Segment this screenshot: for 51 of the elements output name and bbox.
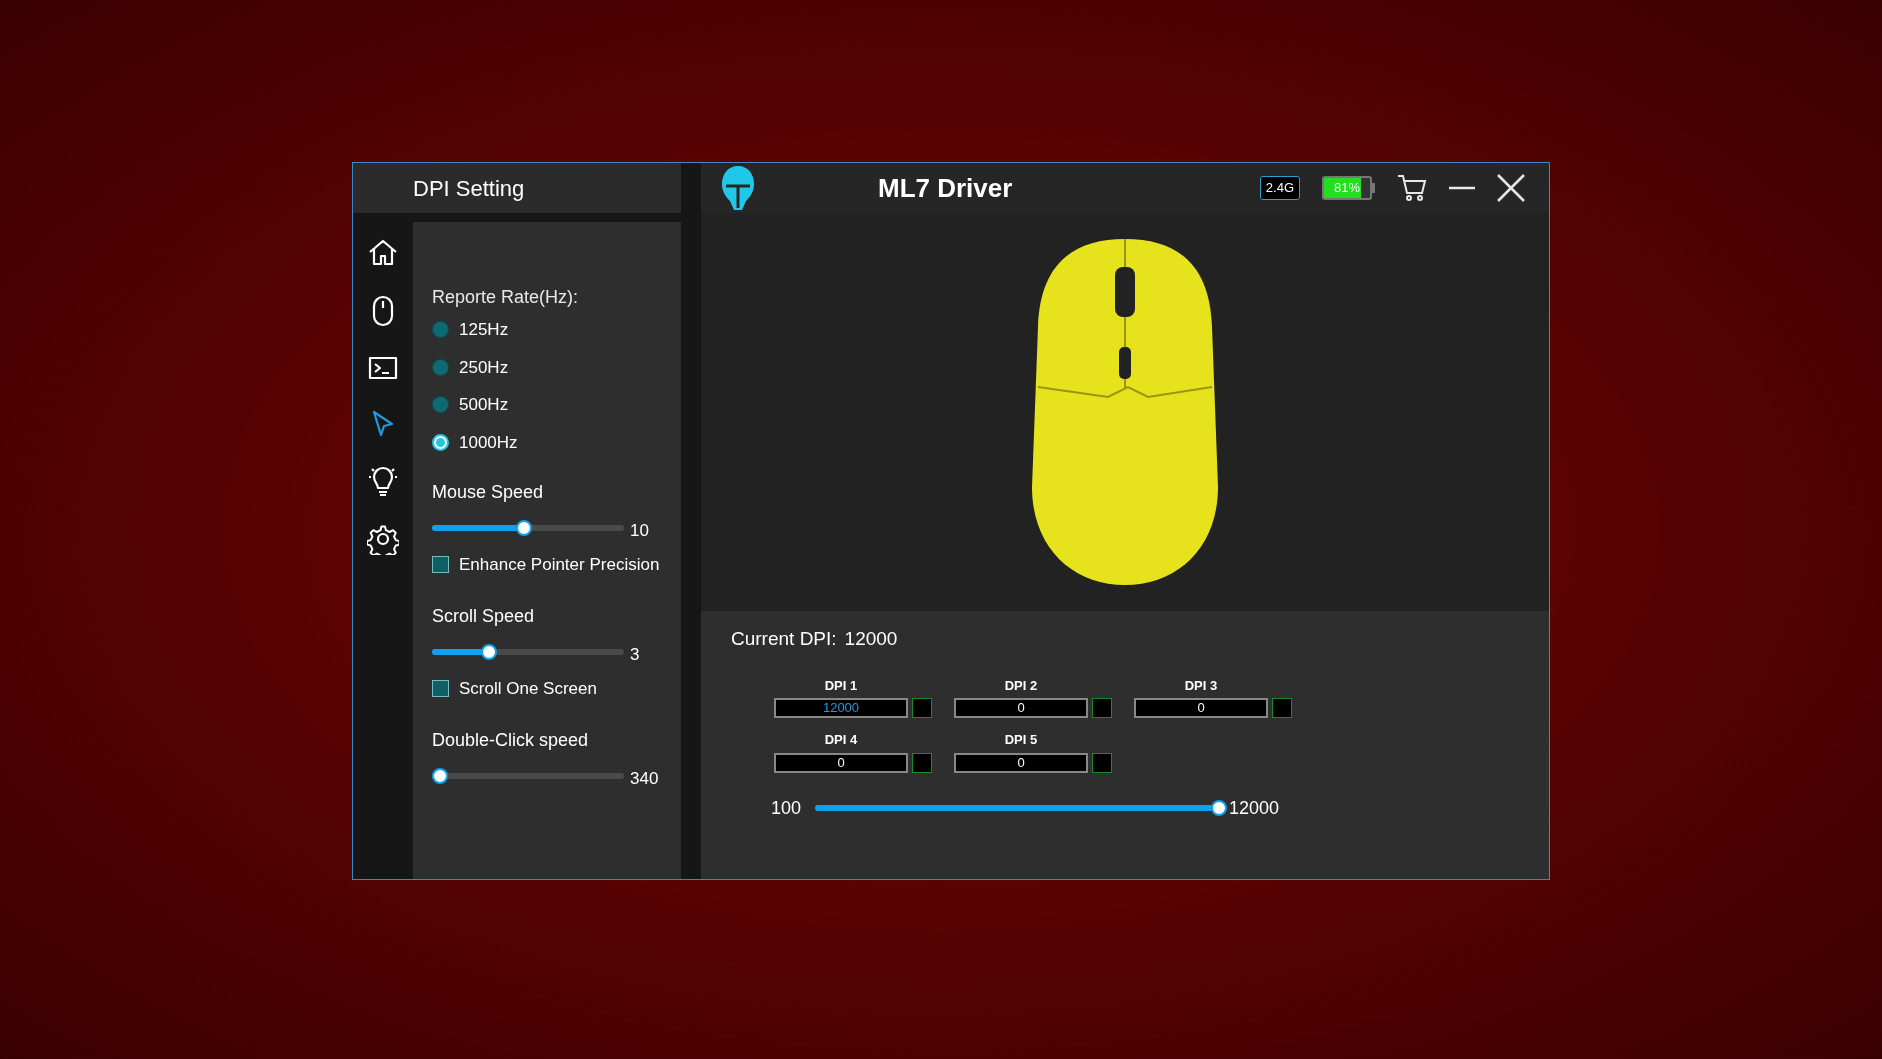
report-rate-label: Reporte Rate(Hz): — [432, 286, 580, 309]
slider-thumb[interactable] — [1211, 800, 1227, 816]
slider-thumb[interactable] — [432, 767, 448, 784]
color-swatch[interactable] — [1092, 752, 1112, 773]
close-icon[interactable] — [1497, 174, 1525, 202]
connection-badge: 2.4G — [1259, 176, 1300, 200]
slider[interactable] — [432, 643, 624, 660]
window-title: ML7 Driver — [878, 171, 1013, 205]
checkbox[interactable] — [432, 679, 449, 697]
radio-option[interactable]: 500Hz — [432, 392, 681, 418]
dpi-slot-label: DPI 5 — [1003, 731, 1039, 749]
dpi-slot-label: DPI 1 — [823, 676, 859, 695]
battery-reading: 81% — [1333, 179, 1361, 198]
slider[interactable] — [432, 767, 624, 784]
settings-icon[interactable] — [367, 523, 399, 555]
dpi-value-field[interactable]: 0 — [954, 698, 1088, 718]
color-swatch[interactable] — [912, 752, 932, 773]
slider-label: Double-Click speed — [432, 729, 590, 752]
slider-value: 10 — [630, 520, 649, 542]
checkbox-option[interactable]: Enhance Pointer Precision — [432, 551, 681, 577]
checkbox-option[interactable]: Scroll One Screen — [432, 675, 681, 701]
dpi-max-label: 12000 — [1229, 796, 1280, 820]
color-swatch[interactable] — [1272, 698, 1292, 718]
current-dpi-label: Current DPI: — [731, 627, 837, 651]
light-bulb-icon[interactable] — [367, 466, 399, 498]
dpi-value-field[interactable]: 12000 — [774, 698, 908, 718]
color-swatch[interactable] — [912, 698, 932, 718]
slider-thumb[interactable] — [481, 643, 498, 660]
slider-label: Mouse Speed — [432, 481, 545, 504]
radio-option[interactable]: 250Hz — [432, 354, 681, 380]
dpi-slot-label: DPI 2 — [1003, 676, 1039, 695]
slider-value: 3 — [630, 644, 640, 666]
radio-option[interactable]: 125Hz — [432, 317, 681, 343]
slider-label: Scroll Speed — [432, 605, 536, 628]
panel-title: DPI Setting — [413, 174, 525, 203]
dpi-slot-label: DPI 4 — [823, 731, 859, 749]
cart-icon[interactable] — [1397, 174, 1427, 202]
slider-thumb[interactable] — [516, 519, 533, 536]
radio-option[interactable]: 1000Hz — [432, 429, 681, 455]
dpi-value-field[interactable]: 0 — [1134, 698, 1268, 718]
dpi-value-field[interactable]: 0 — [954, 752, 1088, 773]
checkbox[interactable] — [432, 555, 449, 573]
minimize-icon[interactable] — [1449, 186, 1475, 190]
dpi-slot-label: DPI 3 — [1183, 676, 1219, 695]
dpi-min-label: 100 — [771, 796, 803, 820]
slider[interactable] — [815, 800, 1227, 816]
color-swatch[interactable] — [1092, 698, 1112, 718]
current-dpi-value: 12000 — [844, 627, 898, 651]
slider[interactable] — [432, 519, 624, 536]
dpi-value-field[interactable]: 0 — [774, 752, 908, 773]
slider-value: 340 — [630, 768, 659, 790]
